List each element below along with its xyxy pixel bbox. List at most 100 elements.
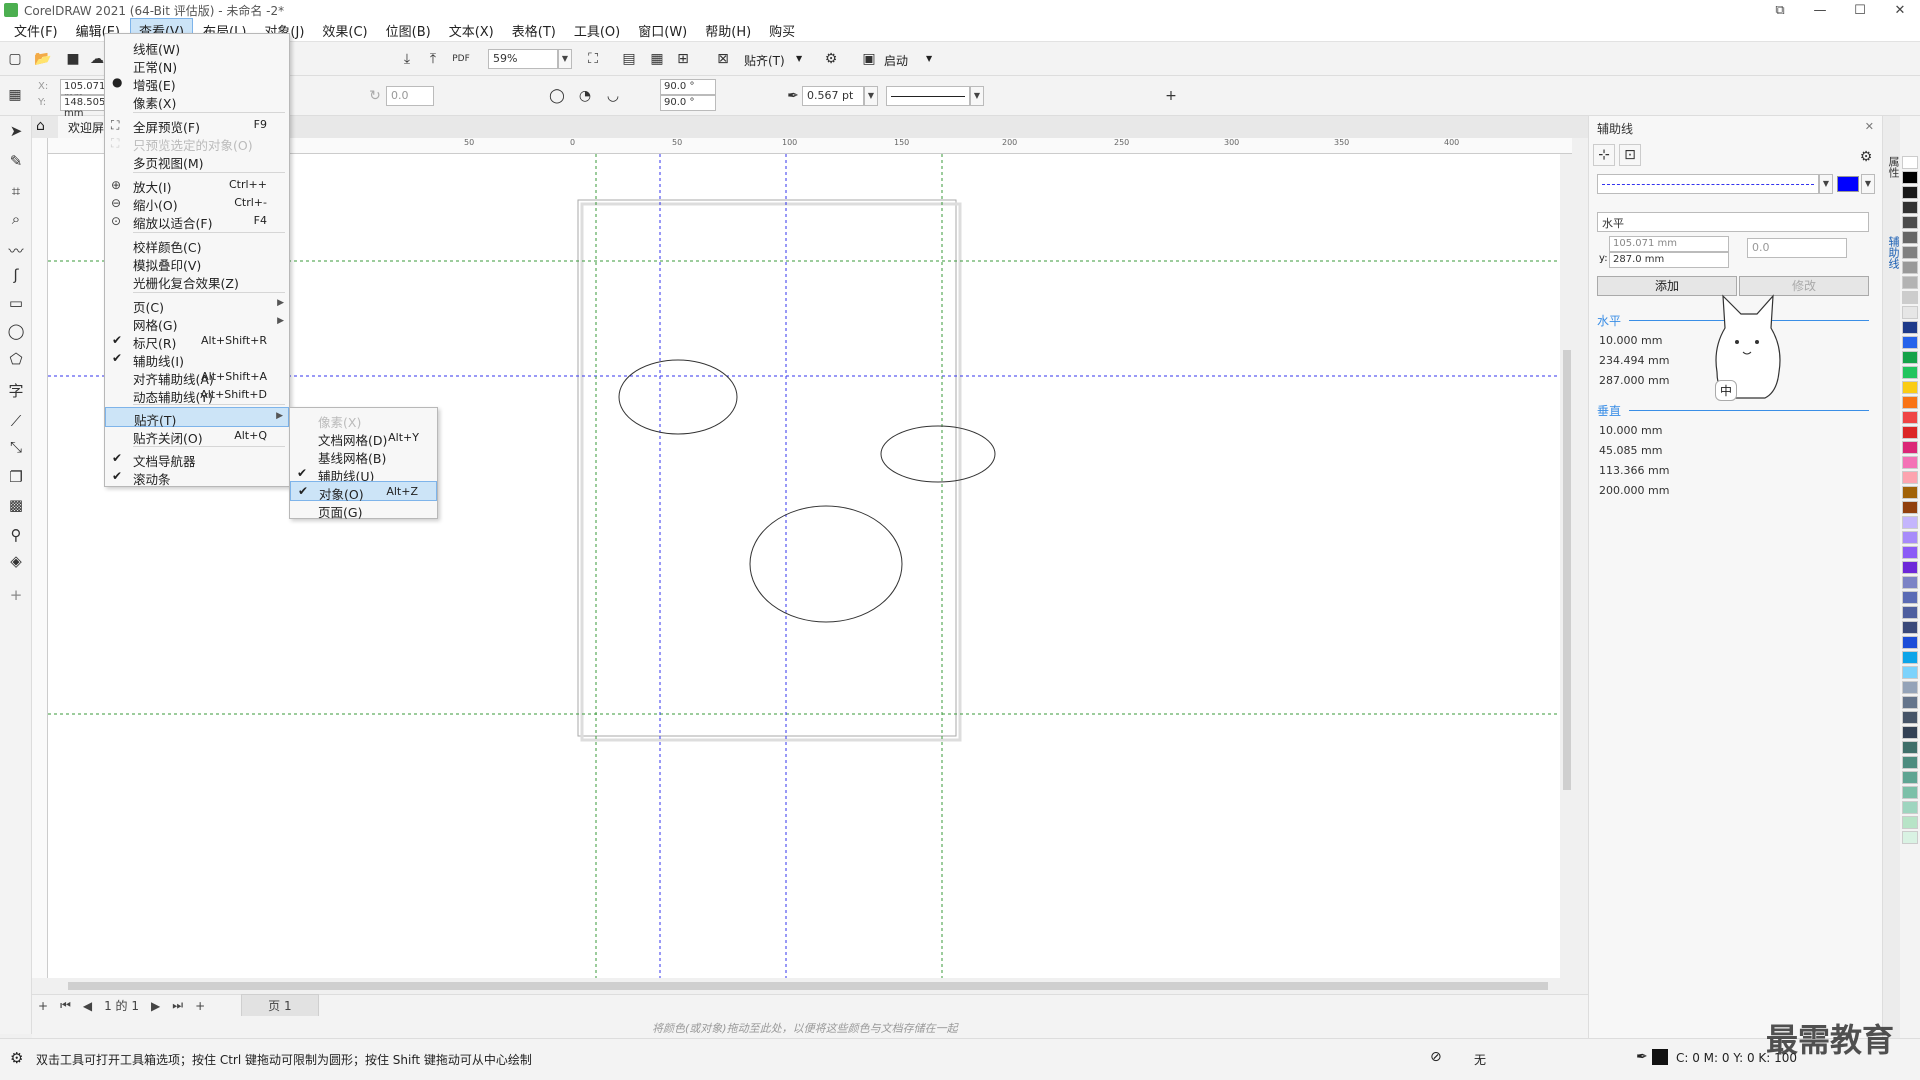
ellipse-icon[interactable]: ◯	[546, 85, 568, 107]
scrollbar-thumb[interactable]	[1563, 350, 1571, 790]
vertical-scrollbar[interactable]	[1560, 154, 1574, 978]
fill-tool-icon[interactable]: ◈	[5, 552, 27, 574]
snap-icon[interactable]: ⊠	[712, 48, 734, 70]
last-page-icon[interactable]: ⏭	[172, 998, 183, 1013]
color-swatch[interactable]	[1902, 156, 1918, 169]
home-icon[interactable]: ⌂	[36, 118, 45, 134]
restore-icon[interactable]: ⧉	[1760, 3, 1800, 18]
color-swatch[interactable]	[1902, 306, 1918, 319]
outline-width-dropdown[interactable]: ▼	[864, 86, 878, 106]
color-swatch[interactable]	[1902, 621, 1918, 634]
color-swatch[interactable]	[1902, 696, 1918, 709]
open-folder-icon[interactable]: 📂	[32, 48, 54, 70]
color-swatch[interactable]	[1902, 246, 1918, 259]
color-swatch[interactable]	[1902, 831, 1918, 844]
ime-indicator[interactable]: 中	[1715, 380, 1738, 401]
color-swatch[interactable]	[1902, 546, 1918, 559]
text-tool-icon[interactable]: 字	[5, 380, 27, 402]
guide-y-field[interactable]: 287.0 mm	[1609, 252, 1729, 268]
color-swatch[interactable]	[1902, 426, 1918, 439]
minimize-button[interactable]: —	[1800, 3, 1840, 18]
color-swatch[interactable]	[1902, 591, 1918, 604]
arc-icon[interactable]: ◡	[602, 85, 624, 107]
pick-tool-icon[interactable]: ➤	[5, 122, 27, 144]
ellipse-tool-icon[interactable]: ◯	[5, 322, 27, 344]
guide-angle-field[interactable]: 0.0	[1747, 238, 1847, 258]
color-swatch[interactable]	[1902, 441, 1918, 454]
rectangle-tool-icon[interactable]: ▭	[5, 294, 27, 316]
color-swatch[interactable]	[1902, 291, 1918, 304]
rotate-icon[interactable]: ↻	[364, 85, 386, 107]
shape-tool-icon[interactable]: ✎	[5, 152, 27, 174]
menu-item-rasterize-effects[interactable]: 光栅化复合效果(Z)	[105, 270, 289, 292]
color-swatch[interactable]	[1902, 171, 1918, 184]
tab-properties[interactable]: 属性	[1885, 156, 1901, 178]
menu-item-snap-to[interactable]: 贴齐(T) ▶	[105, 407, 289, 428]
color-swatch[interactable]	[1902, 231, 1918, 244]
color-swatch[interactable]	[1902, 486, 1918, 499]
rulers-icon[interactable]: ▤	[618, 48, 640, 70]
color-swatch[interactable]	[1902, 651, 1918, 664]
color-swatch[interactable]	[1902, 321, 1918, 334]
color-swatch[interactable]	[1902, 666, 1918, 679]
color-swatch[interactable]	[1902, 771, 1918, 784]
transparency-tool-icon[interactable]: ▩	[5, 496, 27, 518]
menu-item-pixels[interactable]: 像素(X)	[105, 90, 289, 112]
line-style-dropdown[interactable]: ▼	[1819, 174, 1833, 194]
guide-color-swatch[interactable]	[1837, 176, 1859, 192]
tab-guidelines[interactable]: 辅助线	[1885, 236, 1901, 269]
menu-file[interactable]: 文件(F)	[6, 19, 66, 42]
import-icon[interactable]: ⤓	[396, 48, 418, 70]
color-swatch[interactable]	[1902, 531, 1918, 544]
color-swatch[interactable]	[1902, 741, 1918, 754]
ellipse-shape[interactable]	[880, 425, 996, 483]
menu-item-snap-page[interactable]: 页面(G)	[290, 499, 437, 521]
ellipse-shape[interactable]	[618, 359, 738, 435]
outline-pen-icon[interactable]: ✒	[782, 85, 804, 107]
color-swatch[interactable]	[1902, 411, 1918, 424]
color-swatch[interactable]	[1902, 681, 1918, 694]
freehand-tool-icon[interactable]: 〰	[5, 240, 27, 262]
zoom-level-field[interactable]: 59%	[488, 49, 558, 69]
menu-buy[interactable]: 购买	[761, 19, 803, 42]
start-angle-field[interactable]: 90.0 °	[660, 79, 716, 95]
color-swatch[interactable]	[1902, 276, 1918, 289]
line-style-dropdown[interactable]: ▼	[970, 86, 984, 106]
pdf-icon[interactable]: PDF	[450, 48, 472, 70]
color-swatch[interactable]	[1902, 501, 1918, 514]
menu-help[interactable]: 帮助(H)	[697, 19, 759, 42]
outline-width-field[interactable]: 0.567 pt	[802, 86, 864, 106]
add-page-icon[interactable]: +	[38, 999, 48, 1013]
guide-list-item[interactable]: 10.000 mm	[1599, 424, 1662, 437]
gear-icon[interactable]: ⚙	[10, 1049, 23, 1067]
zoom-dropdown[interactable]: ▼	[558, 49, 572, 69]
color-swatch[interactable]	[1902, 816, 1918, 829]
guide-lock-icon[interactable]: ⊡	[1619, 144, 1641, 166]
menu-item-snap-off[interactable]: 贴齐关闭(O) Alt+Q	[105, 425, 289, 447]
pie-icon[interactable]: ◔	[574, 85, 596, 107]
zoom-tool-icon[interactable]: ⌕	[5, 210, 27, 232]
menu-tools[interactable]: 工具(O)	[566, 19, 628, 42]
close-icon[interactable]: ✕	[1865, 120, 1874, 133]
color-swatch[interactable]	[1902, 381, 1918, 394]
guide-list-item[interactable]: 287.000 mm	[1599, 374, 1669, 387]
guide-list-item[interactable]: 10.000 mm	[1599, 334, 1662, 347]
close-button[interactable]: ✕	[1880, 3, 1920, 18]
color-swatch[interactable]	[1902, 801, 1918, 814]
ellipse-shape[interactable]	[749, 505, 903, 623]
menu-bitmaps[interactable]: 位图(B)	[378, 19, 439, 42]
guidelines-icon[interactable]: ⊞	[672, 48, 694, 70]
rotation-field[interactable]: 0.0	[386, 86, 434, 106]
menu-item-snap-objects[interactable]: ✔ 对象(O) Alt+Z	[290, 481, 437, 502]
color-swatch[interactable]	[1902, 561, 1918, 574]
color-swatch[interactable]	[1902, 201, 1918, 214]
artistic-media-icon[interactable]: ʃ	[5, 266, 27, 288]
dimension-tool-icon[interactable]: ⟋	[5, 412, 27, 434]
add-icon[interactable]: +	[1160, 85, 1182, 107]
menu-item-multipage-view[interactable]: 多页视图(M)	[105, 150, 289, 172]
orientation-select[interactable]: 水平	[1597, 212, 1869, 232]
scrollbar-thumb[interactable]	[68, 982, 1548, 990]
first-page-icon[interactable]: ⏮	[60, 998, 71, 1013]
guide-line-style[interactable]	[1597, 174, 1819, 194]
color-swatch[interactable]	[1902, 351, 1918, 364]
